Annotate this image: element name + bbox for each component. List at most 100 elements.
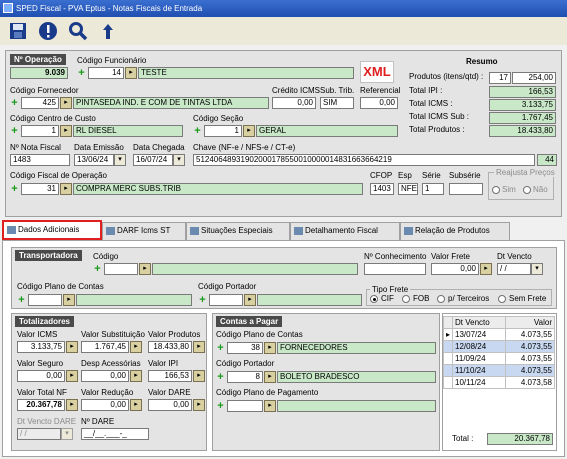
vred-field[interactable]: 0,00: [81, 399, 129, 411]
transp-portador-field[interactable]: [209, 294, 243, 306]
subserie-field[interactable]: [449, 183, 483, 195]
centro-code[interactable]: 1: [21, 125, 59, 137]
credito-field[interactable]: 0,00: [272, 97, 316, 109]
vprod-field[interactable]: 18.433,80: [148, 341, 192, 353]
subtrib-field[interactable]: SIM: [320, 97, 354, 109]
tab-dados-adicionais[interactable]: Dados Adicionais: [2, 220, 102, 240]
table-row[interactable]: 11/10/24 4.073,55: [442, 364, 555, 377]
cfop-field[interactable]: 1403: [370, 183, 394, 195]
vtotal-field[interactable]: 20.367,78: [17, 399, 65, 411]
info-icon[interactable]: [37, 20, 59, 42]
table-row[interactable]: 12/08/24 4.073,55: [442, 340, 555, 353]
add-transp-portador-icon[interactable]: +: [198, 295, 207, 306]
lookup-funcionario-icon[interactable]: ▸: [125, 67, 137, 79]
contas-pagamento-code[interactable]: [227, 400, 263, 412]
table-row[interactable]: 11/09/24 4.073,55: [442, 352, 555, 365]
save-icon[interactable]: [7, 20, 29, 42]
vsub-calc-icon[interactable]: ▸: [130, 341, 142, 353]
ndare-field[interactable]: __/__.___-_: [81, 428, 149, 440]
add-secao-icon[interactable]: +: [193, 126, 202, 137]
dtdare-field[interactable]: / /: [17, 428, 61, 440]
chegada-dropdown-icon[interactable]: ▾: [173, 154, 185, 166]
desp-calc-icon[interactable]: ▸: [130, 370, 142, 382]
contas-portador-code[interactable]: 8: [227, 371, 263, 383]
emissao-dropdown-icon[interactable]: ▾: [114, 154, 126, 166]
vsub-field[interactable]: 1.767,45: [81, 341, 129, 353]
desp-field[interactable]: 0,00: [81, 370, 129, 382]
vencto-field[interactable]: / /: [497, 263, 531, 275]
table-row[interactable]: 10/11/24 4.073,58: [442, 376, 555, 389]
add-fornecedor-icon[interactable]: +: [10, 98, 19, 109]
secao-code[interactable]: 1: [204, 125, 242, 137]
lookup-transp-icon[interactable]: ▸: [139, 263, 151, 275]
vdare-field[interactable]: 0,00: [148, 399, 192, 411]
nf-field[interactable]: 1483: [10, 154, 70, 166]
search-icon[interactable]: [67, 20, 89, 42]
chave-field[interactable]: 5124064893190200017855001000001483166366…: [193, 154, 535, 166]
dtdare-dropdown-icon[interactable]: ▾: [61, 428, 73, 440]
tab-detalhamento[interactable]: Detalhamento Fiscal: [290, 222, 400, 240]
lookup-secao-icon[interactable]: ▸: [243, 125, 255, 137]
parcelas-col-vencto[interactable]: Dt Vencto: [452, 316, 507, 329]
reajusta-sim-radio[interactable]: [492, 186, 500, 194]
add-contas-plano-icon[interactable]: +: [216, 343, 225, 354]
serie-field[interactable]: 1: [422, 183, 444, 195]
reajusta-nao-radio[interactable]: [523, 186, 531, 194]
tab-relacao[interactable]: Relação de Produtos: [400, 222, 510, 240]
xml-button[interactable]: XML: [360, 61, 394, 83]
lookup-contas-plano-icon[interactable]: ▸: [264, 342, 276, 354]
parcelas-table[interactable]: Dt Vencto Valor ▸ 13/07/24 4.073,55 12/08/…: [442, 316, 555, 389]
vseguro-field[interactable]: 0,00: [17, 370, 65, 382]
add-centro-icon[interactable]: +: [10, 126, 19, 137]
tab-situacoes[interactable]: Situações Especiais: [186, 222, 290, 240]
vipi-field[interactable]: 166,53: [148, 370, 192, 382]
frete-terceiros-radio[interactable]: [437, 295, 445, 303]
add-contas-portador-icon[interactable]: +: [216, 372, 225, 383]
vred-calc-icon[interactable]: ▸: [130, 399, 142, 411]
table-row[interactable]: ▸ 13/07/24 4.073,55: [442, 328, 555, 341]
transp-plano-field[interactable]: [28, 294, 62, 306]
add-contas-pagamento-icon[interactable]: +: [216, 401, 225, 412]
fornecedor-code[interactable]: 425: [21, 97, 59, 109]
back-icon[interactable]: [97, 20, 119, 42]
lookup-contas-pagamento-icon[interactable]: ▸: [264, 400, 276, 412]
add-transp-plano-icon[interactable]: +: [17, 295, 26, 306]
vseguro-calc-icon[interactable]: ▸: [66, 370, 78, 382]
transp-codigo-field[interactable]: [104, 263, 138, 275]
vipi-calc-icon[interactable]: ▸: [193, 370, 205, 382]
vencto-dropdown-icon[interactable]: ▾: [531, 263, 543, 275]
chegada-field[interactable]: 16/07/24: [133, 154, 173, 166]
lookup-centro-icon[interactable]: ▸: [60, 125, 72, 137]
vicms-calc-icon[interactable]: ▸: [66, 341, 78, 353]
lookup-fornecedor-icon[interactable]: ▸: [60, 97, 72, 109]
vprod-calc-icon[interactable]: ▸: [193, 341, 205, 353]
add-funcionario-icon[interactable]: +: [77, 68, 86, 79]
tab-darf[interactable]: DARF Icms ST: [102, 222, 186, 240]
frete-calc-icon[interactable]: ▸: [480, 263, 492, 275]
lookup-fiscal-icon[interactable]: ▸: [60, 183, 72, 195]
emissao-label: Data Emissão: [74, 143, 124, 152]
frete-cif-radio[interactable]: [370, 295, 378, 303]
esp-field[interactable]: NFE: [398, 183, 418, 195]
vicms-field[interactable]: 3.133,75: [17, 341, 65, 353]
contas-pagamento-name: [277, 400, 436, 412]
funcionario-code[interactable]: 14: [88, 67, 124, 79]
operacao-field[interactable]: 9.039: [10, 67, 68, 79]
referencial-field[interactable]: 0,00: [360, 97, 398, 109]
vdare-calc-icon[interactable]: ▸: [193, 399, 205, 411]
emissao-field[interactable]: 13/06/24: [74, 154, 114, 166]
add-fiscal-icon[interactable]: +: [10, 184, 19, 195]
row-indicator-cell: [442, 364, 454, 377]
frete-field[interactable]: 0,00: [431, 263, 479, 275]
frete-semfrete-radio[interactable]: [498, 295, 506, 303]
lookup-contas-portador-icon[interactable]: ▸: [264, 371, 276, 383]
frete-fob-radio[interactable]: [402, 295, 410, 303]
parcelas-col-valor[interactable]: Valor: [505, 316, 555, 329]
contas-plano-code[interactable]: 38: [227, 342, 263, 354]
add-transp-icon[interactable]: +: [93, 264, 102, 275]
lookup-transp-portador-icon[interactable]: ▸: [244, 294, 256, 306]
fiscal-code[interactable]: 31: [21, 183, 59, 195]
conhecimento-field[interactable]: [364, 263, 426, 275]
lookup-transp-plano-icon[interactable]: ▸: [63, 294, 75, 306]
vtotal-calc-icon[interactable]: ▸: [66, 399, 78, 411]
